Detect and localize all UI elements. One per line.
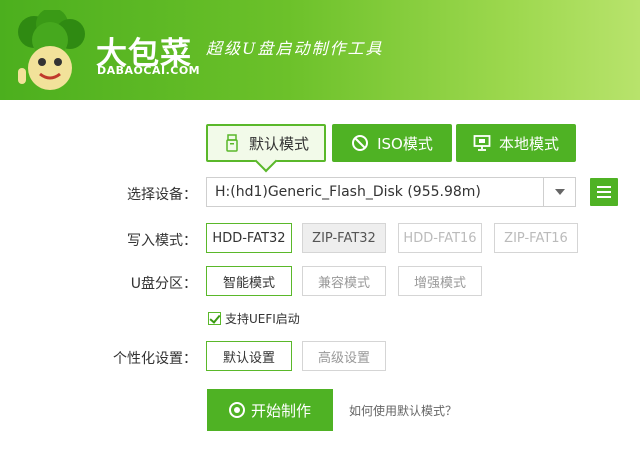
broccoli-mascot-icon (18, 10, 85, 90)
app-header: 大包菜 DABAOCAI.COM 超级U盘启动制作工具 (0, 0, 640, 100)
option-zip-fat32[interactable]: ZIP-FAT32 (302, 223, 386, 253)
help-link[interactable]: 如何使用默认模式？ (349, 402, 457, 419)
option-advanced-settings[interactable]: 高级设置 (302, 341, 386, 371)
slogan: 超级U盘启动制作工具 (206, 39, 384, 58)
tab-local-mode[interactable]: 本地模式 (456, 124, 576, 162)
device-select[interactable]: H:(hd1)Generic_Flash_Disk (955.98m) (206, 177, 576, 207)
device-label: 选择设备： (127, 187, 197, 203)
brand-domain: DABAOCAI.COM (97, 64, 201, 77)
chevron-down-icon[interactable] (543, 178, 575, 206)
tab-label: ISO模式 (377, 134, 433, 153)
tab-label: 本地模式 (498, 134, 559, 153)
uefi-label: 支持UEFI启动 (225, 312, 300, 326)
device-value: H:(hd1)Generic_Flash_Disk (955.98m) (215, 184, 481, 200)
monitor-icon (473, 135, 491, 151)
tab-label: 默认模式 (248, 134, 309, 153)
record-icon (228, 402, 245, 418)
personalize-label: 个性化设置： (113, 351, 197, 367)
uefi-checkbox-row[interactable]: 支持UEFI启动 (208, 310, 300, 327)
option-zip-fat16[interactable]: ZIP-FAT16 (494, 223, 578, 253)
disc-slash-icon (352, 135, 369, 151)
tab-default-mode[interactable]: 默认模式 (206, 124, 326, 162)
option-hdd-fat16[interactable]: HDD-FAT16 (398, 223, 482, 253)
write-mode-label: 写入模式： (127, 233, 197, 249)
start-button[interactable]: 开始制作 (207, 389, 333, 431)
option-default-settings[interactable]: 默认设置 (206, 341, 292, 371)
partition-label: U盘分区： (130, 276, 197, 292)
option-hdd-fat32[interactable]: HDD-FAT32 (206, 223, 292, 253)
option-smart-mode[interactable]: 智能模式 (206, 266, 292, 296)
hamburger-icon (597, 186, 611, 188)
uefi-checkbox[interactable] (208, 312, 221, 325)
option-compat-mode[interactable]: 兼容模式 (302, 266, 386, 296)
option-enhanced-mode[interactable]: 增强模式 (398, 266, 482, 296)
menu-button[interactable] (590, 178, 618, 206)
start-label: 开始制作 (250, 401, 311, 420)
tab-iso-mode[interactable]: ISO模式 (332, 124, 452, 162)
usb-drive-icon (226, 134, 238, 152)
